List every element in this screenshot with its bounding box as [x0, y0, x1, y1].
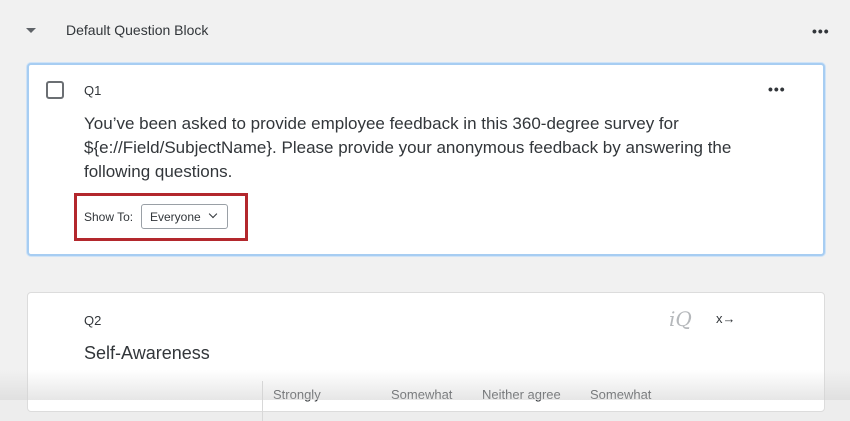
- question-select-checkbox[interactable]: [46, 81, 64, 99]
- question-block: Default Question Block ••• Q1 ••• You’ve…: [0, 0, 850, 421]
- question-menu-button[interactable]: •••: [768, 81, 786, 97]
- question-id: Q2: [84, 313, 102, 328]
- question-q1[interactable]: Q1 ••• You’ve been asked to provide empl…: [27, 63, 825, 256]
- collapse-caret-icon[interactable]: [26, 28, 36, 33]
- question-title[interactable]: Self-Awareness: [84, 343, 210, 364]
- block-title: Default Question Block: [66, 22, 209, 38]
- block-menu-button[interactable]: •••: [812, 23, 830, 39]
- recode-icon[interactable]: x→: [716, 311, 736, 326]
- block-header: Default Question Block •••: [0, 0, 850, 60]
- matrix-divider: [262, 381, 263, 421]
- iq-icon[interactable]: iQ: [669, 307, 692, 331]
- question-q2[interactable]: Q2 iQ x→ Self-Awareness Strongly Somewha…: [27, 292, 825, 421]
- show-to-dropdown[interactable]: Everyone: [141, 204, 228, 229]
- chevron-down-icon: [208, 209, 218, 219]
- show-to-value: Everyone: [150, 210, 201, 224]
- question-id: Q1: [84, 83, 102, 98]
- question-text[interactable]: You’ve been asked to provide employee fe…: [84, 112, 784, 184]
- show-to-label: Show To:: [84, 210, 134, 224]
